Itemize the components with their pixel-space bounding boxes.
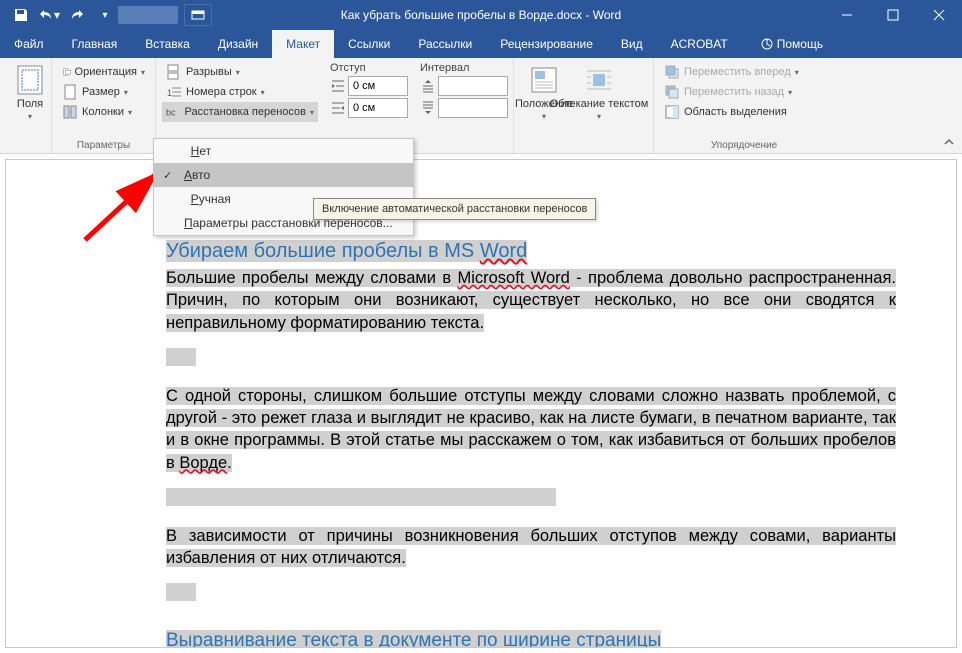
selection-pane-button[interactable]: Область выделения <box>660 102 828 122</box>
indent-left-icon <box>330 78 346 94</box>
svg-text:bc: bc <box>166 108 176 118</box>
wrap-text-button[interactable]: Обтекание текстом▾ <box>568 62 630 123</box>
size-button[interactable]: Размер▾ <box>58 82 149 102</box>
title-bar: ▾ ▾ Как убрать большие пробелы в Ворде.d… <box>0 0 962 30</box>
position-button[interactable]: Положение▾ <box>520 62 568 123</box>
bring-forward-button[interactable]: Переместить вперед▾ <box>660 62 828 82</box>
svg-text:1: 1 <box>167 88 172 98</box>
indent-left-input[interactable] <box>348 76 408 96</box>
indent-right-icon <box>330 100 346 116</box>
tab-home[interactable]: Главная <box>58 30 132 58</box>
hyphenation-dropdown: ННетет ✓АвтоАвто РучнаяРучная Параметры … <box>153 138 414 236</box>
document-content: Убираем большие пробелы в MS Word Больши… <box>6 160 956 648</box>
margins-icon <box>14 64 46 96</box>
hyphenation-auto[interactable]: ✓АвтоАвто <box>154 163 413 187</box>
hyphenation-button[interactable]: bcРасстановка переносов▾ <box>162 102 318 122</box>
group-arrange-1: Положение▾ Обтекание текстом▾ <box>514 58 654 153</box>
indent-right-input[interactable] <box>348 98 408 118</box>
tab-insert[interactable]: Вставка <box>131 30 204 58</box>
position-icon <box>528 64 560 96</box>
tab-file[interactable]: Файл <box>0 30 58 58</box>
columns-button[interactable]: Колонки▾ <box>58 102 149 122</box>
ribbon: Поля▾ Ориентация▾ Размер▾ Колонки▾ Парам… <box>0 58 962 154</box>
group-page-setup-1: Ориентация▾ Размер▾ Колонки▾ Параметры <box>52 58 156 153</box>
orientation-button[interactable]: Ориентация▾ <box>58 62 149 82</box>
group-arrange-label: Упорядочение <box>654 140 834 151</box>
save-button[interactable] <box>8 2 34 28</box>
spacing-before-input[interactable] <box>438 76 508 96</box>
ribbon-display-options[interactable] <box>184 4 212 26</box>
check-icon: ✓ <box>163 169 172 182</box>
doc-heading-2: Выравнивание текста в документе по ширин… <box>166 630 896 648</box>
tab-acrobat[interactable]: ACROBAT <box>657 30 742 58</box>
doc-para-3: В зависимости от причины возникновения б… <box>166 525 896 570</box>
ribbon-tabs: Файл Главная Вставка Дизайн Макет Ссылки… <box>0 30 962 58</box>
window-title: Как убрать большие пробелы в Ворде.docx … <box>341 8 621 22</box>
tell-me-help[interactable]: Помощь <box>746 30 837 58</box>
close-button[interactable] <box>916 0 962 30</box>
doc-heading-1: Убираем большие пробелы в MS Word <box>166 240 896 263</box>
wrap-icon <box>583 64 615 96</box>
document-area[interactable]: Убираем большие пробелы в MS Word Больши… <box>5 159 957 648</box>
line-numbers-button[interactable]: 1Номера строк▾ <box>162 82 318 102</box>
tab-review[interactable]: Рецензирование <box>486 30 607 58</box>
collapse-ribbon-button[interactable] <box>942 135 956 149</box>
group-margins: Поля▾ <box>0 58 52 153</box>
margins-button[interactable]: Поля▾ <box>6 62 54 123</box>
tab-mailings[interactable]: Рассылки <box>404 30 486 58</box>
doc-para-1: Большие пробелы между словами в Microsof… <box>166 267 896 334</box>
hyphenation-auto-tooltip: Включение автоматической расстановки пер… <box>313 198 596 220</box>
tab-layout[interactable]: Макет <box>272 30 334 58</box>
spacing-after-icon <box>420 100 436 116</box>
qat-customize-button[interactable]: ▾ <box>92 2 118 28</box>
spacing-after-input[interactable] <box>438 98 508 118</box>
help-label: Помощь <box>777 37 823 51</box>
undo-button[interactable]: ▾ <box>36 2 62 28</box>
quick-access-toolbar: ▾ ▾ <box>0 2 118 28</box>
maximize-button[interactable] <box>870 0 916 30</box>
tab-view[interactable]: Вид <box>607 30 657 58</box>
tab-design[interactable]: Дизайн <box>204 30 272 58</box>
spacing-label: Интервал <box>420 62 508 74</box>
indent-label: Отступ <box>330 62 408 74</box>
group-arrange-2: Переместить вперед▾ Переместить назад▾ О… <box>654 58 834 153</box>
redo-button[interactable] <box>64 2 90 28</box>
doc-para-2: С одной стороны, слишком большие отступы… <box>166 385 896 474</box>
minimize-button[interactable] <box>824 0 870 30</box>
user-badge[interactable] <box>118 6 178 24</box>
send-backward-button[interactable]: Переместить назад▾ <box>660 82 828 102</box>
hyphenation-none[interactable]: ННетет <box>154 139 413 163</box>
window-controls <box>824 0 962 30</box>
margins-label: Поля <box>17 98 43 110</box>
spacing-before-icon <box>420 78 436 94</box>
group-page-label: Параметры <box>52 140 155 151</box>
breaks-button[interactable]: Разрывы▾ <box>162 62 318 82</box>
tab-references[interactable]: Ссылки <box>334 30 404 58</box>
